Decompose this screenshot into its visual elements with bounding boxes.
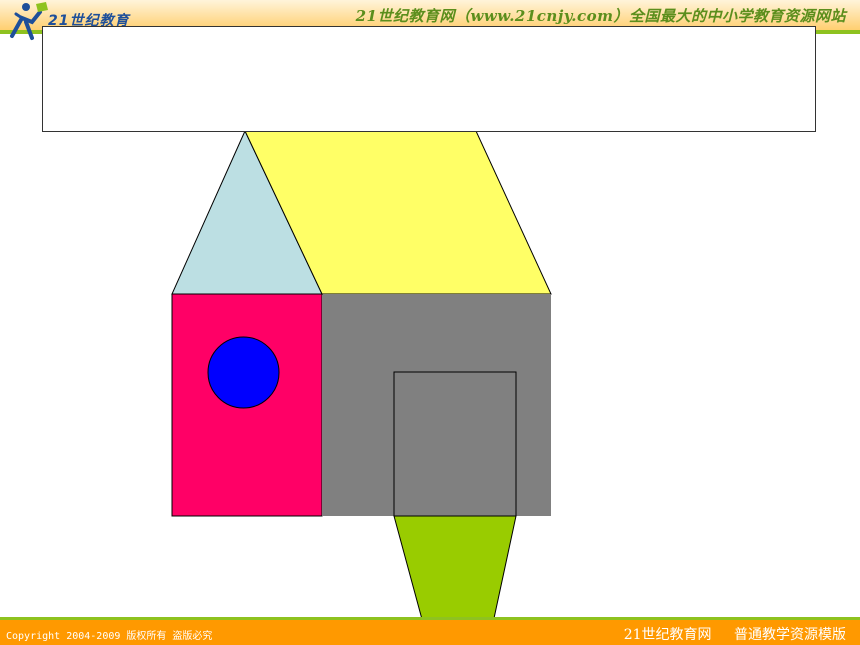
title-box bbox=[42, 26, 816, 132]
inner-square-shape bbox=[393, 371, 517, 517]
copyright-text: Copyright 2004-2009 版权所有 盗版必究 bbox=[6, 631, 213, 642]
footer-site-info: 21世纪教育网 普通教学资源模版 bbox=[624, 624, 846, 644]
footer-site-name: 21世纪教育网 bbox=[623, 627, 712, 643]
circle-shape bbox=[207, 336, 280, 409]
footer-template-name: 普通教学资源模版 bbox=[734, 627, 846, 643]
trapezoid-shape bbox=[393, 515, 517, 624]
